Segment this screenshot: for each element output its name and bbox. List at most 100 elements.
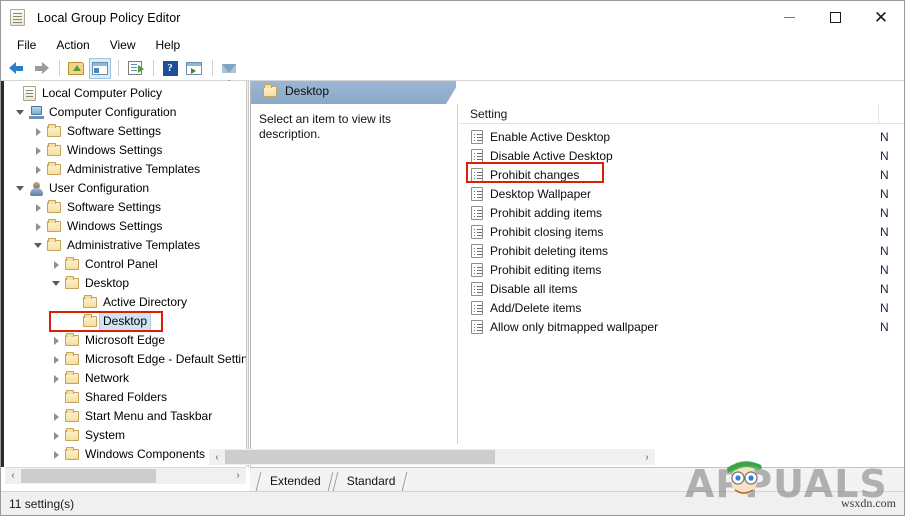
results-header-band: Desktop [251,81,904,104]
setting-name: Prohibit changes [490,167,580,182]
policy-setting-icon [471,319,483,334]
table-row[interactable]: Prohibit changes N [459,165,904,184]
chevron-right-icon[interactable] [31,201,45,215]
chevron-right-icon[interactable] [49,258,63,272]
tree-item-software-settings[interactable]: Software Settings [1,198,246,217]
tab-extended[interactable]: Extended [256,470,333,491]
tree-item-desktop[interactable]: Desktop [1,312,246,331]
chevron-right-icon[interactable] [49,448,63,462]
tree-item-computer-configuration[interactable]: Computer Configuration [1,103,246,122]
table-row[interactable]: Disable all items N [459,279,904,298]
table-row[interactable]: Prohibit deleting items N [459,241,904,260]
export-list-button[interactable] [124,58,146,79]
tree-item-windows-settings[interactable]: Windows Settings [1,217,246,236]
scroll-track[interactable] [21,467,230,484]
tree-item-microsoft-edge-default-settin[interactable]: Microsoft Edge - Default Settin [1,350,246,369]
tree-item-shared-folders[interactable]: Shared Folders [1,388,246,407]
tree-item-label: Local Computer Policy [42,86,163,100]
chevron-right-icon[interactable] [31,163,45,177]
console-tree-icon [92,61,108,75]
policy-setting-icon [471,243,483,258]
chevron-right-icon[interactable] [49,429,63,443]
tree-item-control-panel[interactable]: Control Panel [1,255,246,274]
settings-list-horizontal-scrollbar[interactable]: ‹ › [209,449,655,465]
tree-item-label: Windows Settings [67,143,163,157]
tree-item-label: Computer Configuration [49,105,177,119]
results-header-title-group: Desktop [263,83,329,98]
user-icon [27,181,45,196]
column-header-setting[interactable]: Setting [459,107,879,121]
tree-item-label: Control Panel [85,257,158,271]
tree-item-all-settings[interactable]: All Settings [1,464,246,467]
tree-item-label: Shared Folders [85,390,168,404]
minimize-button[interactable] [766,1,812,34]
policy-icon [20,86,38,101]
scroll-right-button[interactable]: › [230,467,246,484]
tree-item-label: All Settings [81,464,149,467]
setting-name: Disable Active Desktop [490,148,613,163]
chevron-down-icon[interactable] [13,182,27,196]
chevron-right-icon[interactable] [31,125,45,139]
tree-item-windows-settings[interactable]: Windows Settings [1,141,246,160]
chevron-right-icon[interactable] [31,220,45,234]
show-action-pane-button[interactable] [183,58,205,79]
table-row[interactable]: Prohibit editing items N [459,260,904,279]
chevron-right-icon[interactable] [49,372,63,386]
scroll-left-button[interactable]: ‹ [5,467,21,484]
up-one-level-button[interactable] [65,58,87,79]
policy-tree[interactable]: Local Computer Policy Computer Configurat… [1,81,246,467]
setting-name: Enable Active Desktop [490,129,611,144]
table-row[interactable]: Allow only bitmapped wallpaper N [459,317,904,336]
chevron-right-icon[interactable] [49,334,63,348]
table-row[interactable]: Desktop Wallpaper N [459,184,904,203]
help-button[interactable]: ? [159,58,181,79]
scroll-right-button[interactable]: › [639,449,655,465]
chevron-right-icon[interactable] [31,144,45,158]
menu-help[interactable]: Help [146,36,191,54]
tree-item-start-menu-and-taskbar[interactable]: Start Menu and Taskbar [1,407,246,426]
tree-horizontal-scrollbar[interactable]: ‹ › [5,467,246,484]
close-button[interactable]: ✕ [858,1,904,34]
chevron-right-icon[interactable] [49,353,63,367]
pane-splitter[interactable] [246,81,249,467]
forward-button[interactable] [30,58,52,79]
tab-standard[interactable]: Standard [332,470,408,491]
tree-item-microsoft-edge[interactable]: Microsoft Edge [1,331,246,350]
settings-list-view[interactable]: Setting Enable Active Desktop N Disable Ac… [459,104,904,444]
policy-setting-icon [471,281,483,296]
chevron-right-icon[interactable] [49,410,63,424]
maximize-button[interactable] [812,1,858,34]
tree-item-network[interactable]: Network [1,369,246,388]
folder-icon [63,276,81,289]
filter-button[interactable] [218,58,240,86]
tree-item-label: Desktop [99,312,152,331]
tree-item-local-computer-policy[interactable]: Local Computer Policy [1,84,246,103]
setting-name: Prohibit editing items [490,262,602,277]
tree-item-desktop[interactable]: Desktop [1,274,246,293]
tree-item-administrative-templates[interactable]: Administrative Templates [1,160,246,179]
folder-icon [63,428,81,441]
chevron-down-icon[interactable] [49,277,63,291]
toolbar-separator [118,60,119,76]
menu-view[interactable]: View [100,36,146,54]
table-row[interactable]: Enable Active Desktop N [459,127,904,146]
tree-item-software-settings[interactable]: Software Settings [1,122,246,141]
menu-bar: File Action View Help [1,34,904,56]
tree-item-user-configuration[interactable]: User Configuration [1,179,246,198]
chevron-down-icon[interactable] [31,239,45,253]
tree-item-administrative-templates[interactable]: Administrative Templates [1,236,246,255]
table-row[interactable]: Add/Delete items N [459,298,904,317]
show-hide-console-tree-button[interactable] [89,57,111,79]
back-button[interactable] [6,58,28,79]
tree-item-windows-components[interactable]: Windows Components [1,445,246,464]
tree-item-active-directory[interactable]: Active Directory [1,293,246,312]
menu-file[interactable]: File [7,36,46,54]
table-row[interactable]: Prohibit closing items N [459,222,904,241]
chevron-down-icon[interactable] [13,106,27,120]
table-row[interactable]: Prohibit adding items N [459,203,904,222]
local-group-policy-editor-window: Local Group Policy Editor ✕ File Action … [0,0,905,516]
menu-action[interactable]: Action [46,36,99,54]
scroll-track[interactable] [225,449,639,465]
tree-item-system[interactable]: System [1,426,246,445]
table-row[interactable]: Disable Active Desktop N [459,146,904,165]
